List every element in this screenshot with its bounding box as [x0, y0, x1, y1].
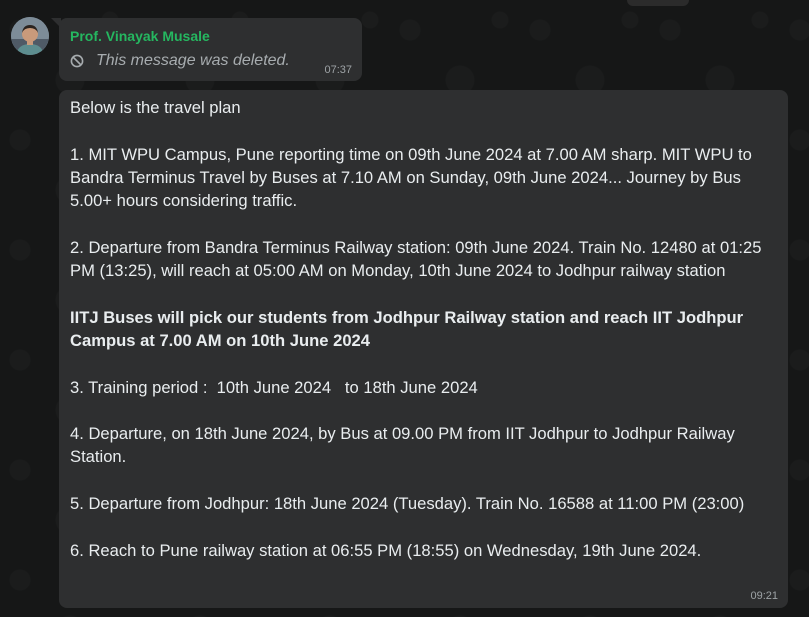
- message-paragraph: Below is the travel plan: [70, 98, 241, 117]
- message-timestamp: 07:37: [324, 64, 352, 76]
- deleted-message-text: This message was deleted.: [96, 52, 290, 69]
- message-paragraph: 2. Departure from Bandra Terminus Railwa…: [70, 237, 767, 281]
- deleted-message-row: This message was deleted.: [70, 52, 290, 70]
- ban-icon: [70, 54, 84, 68]
- message-paragraph: 6. Reach to Pune railway station at 06:5…: [70, 540, 702, 560]
- previous-message-edge: [627, 0, 689, 6]
- avatar-photo-icon: [11, 17, 49, 55]
- sender-avatar[interactable]: [11, 17, 49, 55]
- message-paragraph-bold: IITJ Buses will pick our students from J…: [70, 307, 748, 350]
- sender-name[interactable]: Prof. Vinayak Musale: [70, 28, 210, 44]
- message-timestamp: 09:21: [750, 590, 778, 602]
- travel-plan-message-bubble[interactable]: Below is the travel plan 1. MIT WPU Camp…: [59, 90, 788, 608]
- message-paragraph: 4. Departure, on 18th June 2024, by Bus …: [70, 424, 740, 467]
- message-paragraph: 5. Departure from Jodhpur: 18th June 202…: [70, 494, 745, 514]
- message-paragraph: 1. MIT WPU Campus, Pune reporting time o…: [70, 144, 757, 211]
- message-paragraph: 3. Training period : 10th June 2024 to 1…: [70, 377, 478, 397]
- deleted-message-bubble[interactable]: Prof. Vinayak Musale This message was de…: [51, 18, 362, 81]
- message-body: Below is the travel plan 1. MIT WPU Camp…: [70, 96, 780, 585]
